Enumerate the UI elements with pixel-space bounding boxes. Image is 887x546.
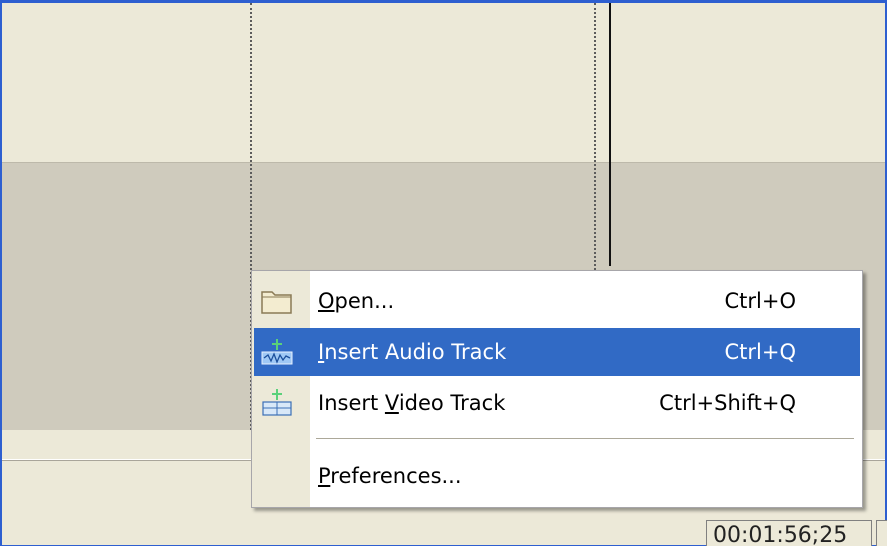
menu-item-insert-audio-track-label: Insert Audio Track <box>318 340 507 364</box>
menu-item-open[interactable]: Open... Ctrl+O <box>254 277 860 325</box>
menu-separator <box>316 438 854 440</box>
time-display: 00:01:56;25 <box>706 520 872 546</box>
playhead-cursor[interactable] <box>609 3 611 266</box>
menu-item-insert-video-track-label: Insert Video Track <box>318 391 506 415</box>
menu-item-preferences[interactable]: Preferences... <box>254 452 860 500</box>
audio-track-icon <box>260 336 294 368</box>
folder-icon <box>260 285 294 317</box>
menu-item-open-shortcut: Ctrl+O <box>724 289 797 313</box>
timeline-ruler-area[interactable] <box>2 3 885 162</box>
menu-item-insert-video-track[interactable]: Insert Video Track Ctrl+Shift+Q <box>254 379 860 427</box>
menu-item-insert-audio-track[interactable]: Insert Audio Track Ctrl+Q <box>254 328 860 376</box>
video-track-icon <box>260 387 294 419</box>
context-menu: Open... Ctrl+O Insert Audio Track Ctrl+Q <box>251 270 863 508</box>
time-display-secondary <box>876 520 887 546</box>
menu-item-insert-audio-track-shortcut: Ctrl+Q <box>724 340 797 364</box>
menu-item-preferences-label: Preferences... <box>318 464 462 488</box>
menu-item-open-label: Open... <box>318 289 395 313</box>
menu-item-insert-video-track-shortcut: Ctrl+Shift+Q <box>659 391 796 415</box>
